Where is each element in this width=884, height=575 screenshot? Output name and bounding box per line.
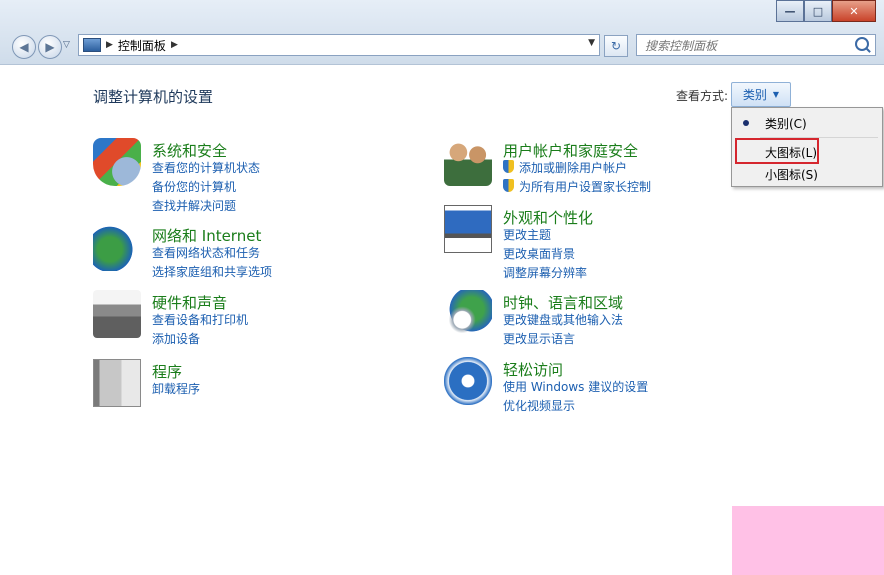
- category-title[interactable]: 用户帐户和家庭安全: [503, 140, 638, 161]
- category-appearance: 外观和个性化 更改主题 更改桌面背景 调整屏幕分辨率: [444, 205, 724, 280]
- category-link[interactable]: 添加或删除用户帐户: [503, 159, 627, 176]
- category-link[interactable]: 更改键盘或其他输入法: [503, 311, 623, 328]
- category-system-security: 系统和安全 查看您的计算机状态 备份您的计算机 查找并解决问题: [93, 138, 393, 213]
- view-by-dropdown[interactable]: 类别 ▼: [731, 82, 791, 107]
- view-by-label: 查看方式:: [676, 89, 729, 103]
- menu-item-small-icons[interactable]: 小图标(S): [732, 163, 882, 185]
- category-link[interactable]: 调整屏幕分辨率: [503, 264, 587, 281]
- category-title[interactable]: 系统和安全: [152, 140, 227, 161]
- category-link[interactable]: 查看设备和打印机: [152, 311, 248, 328]
- printer-hardware-icon[interactable]: [93, 290, 141, 338]
- ease-of-access-icon[interactable]: [444, 357, 492, 405]
- address-dropdown-icon[interactable]: ▼: [588, 38, 595, 48]
- category-link[interactable]: 查看网络状态和任务: [152, 244, 260, 261]
- category-ease-of-access: 轻松访问 使用 Windows 建议的设置 优化视频显示: [444, 357, 724, 417]
- search-box[interactable]: [636, 34, 876, 56]
- clock-globe-icon[interactable]: [444, 290, 492, 338]
- content-area: 调整计算机的设置 查看方式: 类别 ▼ 类别(C) 大图标(L) 小图标(S) …: [0, 65, 884, 575]
- back-button[interactable]: ◀: [12, 35, 36, 59]
- category-clock-region: 时钟、语言和区域 更改键盘或其他输入法 更改显示语言: [444, 290, 724, 350]
- window-chrome: — □ ✕ ◀ ▶ ▽ ▶ 控制面板 ▶ ▼ ↻: [0, 0, 884, 65]
- menu-item-label: 小图标(S): [765, 168, 818, 182]
- close-button[interactable]: ✕: [832, 0, 876, 22]
- category-link[interactable]: 更改桌面背景: [503, 245, 575, 262]
- category-network: 网络和 Internet 查看网络状态和任务 选择家庭组和共享选项: [93, 223, 393, 283]
- chevron-down-icon: ▼: [772, 90, 780, 99]
- back-arrow-icon: ◀: [19, 40, 29, 54]
- network-globe-icon[interactable]: [93, 223, 141, 271]
- uac-shield-icon: [503, 160, 514, 173]
- users-family-icon[interactable]: [444, 138, 492, 186]
- radio-bullet-icon: [743, 120, 749, 126]
- category-link-label: 为所有用户设置家长控制: [519, 180, 652, 194]
- recent-pages-dropdown-icon[interactable]: ▽: [63, 40, 70, 50]
- category-user-accounts: 用户帐户和家庭安全 添加或删除用户帐户 为所有用户设置家长控制: [444, 138, 724, 198]
- category-link[interactable]: 为所有用户设置家长控制: [503, 178, 651, 195]
- category-title[interactable]: 网络和 Internet: [152, 225, 261, 246]
- breadcrumb-arrow-icon[interactable]: ▶: [171, 40, 178, 50]
- category-link-label: 添加或删除用户帐户: [519, 161, 628, 175]
- category-link[interactable]: 查找并解决问题: [152, 197, 236, 214]
- shield-security-icon[interactable]: [93, 138, 141, 186]
- refresh-button[interactable]: ↻: [604, 35, 628, 57]
- category-link[interactable]: 卸载程序: [152, 380, 200, 397]
- category-title[interactable]: 轻松访问: [503, 359, 563, 380]
- corner-overlay: [732, 506, 884, 575]
- menu-item-label: 类别(C): [765, 117, 807, 131]
- monitor-appearance-icon[interactable]: [444, 205, 492, 253]
- search-input[interactable]: [643, 36, 847, 56]
- forward-arrow-icon: ▶: [45, 40, 55, 54]
- programs-cd-icon[interactable]: [93, 359, 141, 407]
- forward-button[interactable]: ▶: [38, 35, 62, 59]
- highlight-box: [735, 138, 819, 164]
- category-link[interactable]: 选择家庭组和共享选项: [152, 263, 272, 280]
- window-controls: — □ ✕: [776, 0, 876, 22]
- breadcrumb-arrow-icon[interactable]: ▶: [106, 40, 113, 50]
- category-hardware-sound: 硬件和声音 查看设备和打印机 添加设备: [93, 290, 393, 350]
- category-title[interactable]: 时钟、语言和区域: [503, 292, 623, 313]
- category-title[interactable]: 程序: [152, 361, 182, 382]
- search-icon[interactable]: [855, 37, 869, 51]
- category-programs: 程序 卸载程序: [93, 359, 393, 409]
- category-link[interactable]: 添加设备: [152, 330, 200, 347]
- category-link[interactable]: 使用 Windows 建议的设置: [503, 378, 648, 395]
- uac-shield-icon: [503, 179, 514, 192]
- address-bar[interactable]: ▶ 控制面板 ▶ ▼: [78, 34, 600, 56]
- page-title: 调整计算机的设置: [93, 88, 214, 106]
- menu-item-category[interactable]: 类别(C): [732, 112, 882, 134]
- control-panel-icon: [83, 38, 101, 52]
- category-link[interactable]: 查看您的计算机状态: [152, 159, 260, 176]
- view-by-value: 类别: [742, 88, 767, 102]
- category-title[interactable]: 外观和个性化: [503, 207, 593, 228]
- refresh-icon: ↻: [610, 39, 622, 53]
- category-link[interactable]: 更改主题: [503, 226, 551, 243]
- maximize-button[interactable]: □: [804, 0, 832, 22]
- category-link[interactable]: 更改显示语言: [503, 330, 575, 347]
- category-title[interactable]: 硬件和声音: [152, 292, 227, 313]
- category-link[interactable]: 优化视频显示: [503, 397, 575, 414]
- category-link[interactable]: 备份您的计算机: [152, 178, 236, 195]
- minimize-button[interactable]: —: [776, 0, 804, 22]
- breadcrumb-control-panel[interactable]: 控制面板: [118, 37, 166, 54]
